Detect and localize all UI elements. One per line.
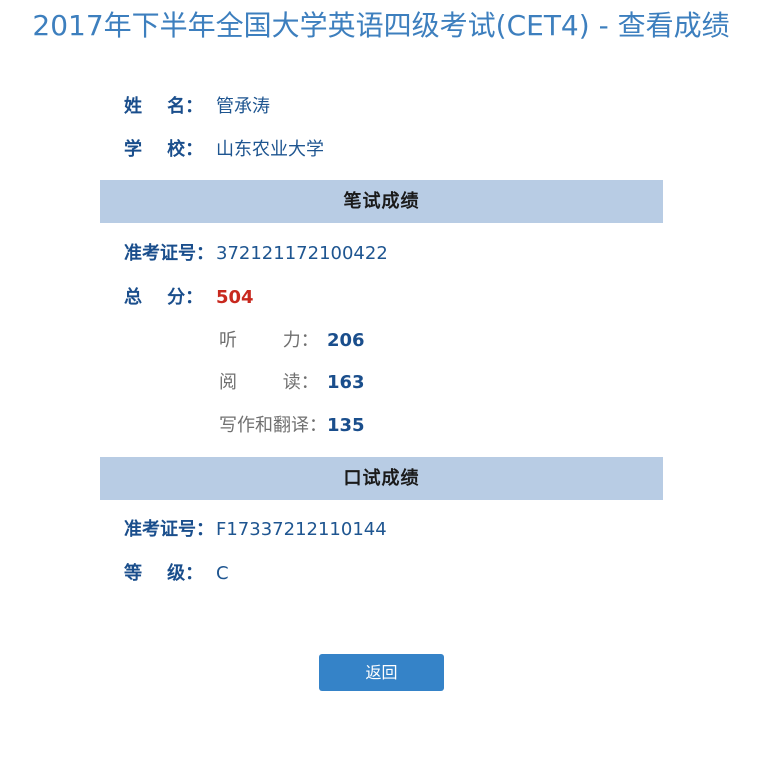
school-row: 学 校： 山东农业大学	[124, 136, 324, 164]
oral-ticket-label: 准考证号：	[124, 519, 214, 540]
written-ticket-value: 372121172100422	[216, 243, 388, 264]
total-score-row: 总 分： 504	[124, 284, 254, 312]
page-title: 2017年下半年全国大学英语四级考试(CET4) - 查看成绩	[32, 9, 730, 42]
writing-translation-value: 135	[327, 415, 365, 436]
grade-label: 等 级：	[124, 563, 204, 584]
listening-value: 206	[327, 330, 365, 351]
name-value: 管承涛	[216, 96, 270, 117]
name-label: 姓 名：	[124, 96, 204, 117]
back-button[interactable]: 返回	[319, 654, 444, 691]
writing-row: 写作和翻译：135	[219, 412, 365, 440]
reading-label: 阅 读：	[219, 372, 319, 393]
written-ticket-row: 准考证号： 372121172100422	[124, 240, 388, 268]
total-score-value: 504	[216, 287, 254, 308]
oral-section-header: 口试成绩	[100, 457, 663, 500]
writing-translation-label: 写作和翻译：	[219, 415, 327, 436]
oral-ticket-value: F17337212110144	[216, 519, 387, 540]
grade-row: 等 级： C	[124, 560, 229, 588]
name-row: 姓 名： 管承涛	[124, 93, 270, 121]
listening-label: 听 力：	[219, 330, 319, 351]
listening-row: 听 力： 206	[219, 327, 365, 355]
written-section-header: 笔试成绩	[100, 180, 663, 223]
grade-value: C	[216, 563, 229, 584]
total-score-label: 总 分：	[124, 287, 204, 308]
school-value: 山东农业大学	[216, 139, 324, 160]
oral-ticket-row: 准考证号： F17337212110144	[124, 516, 387, 544]
school-label: 学 校：	[124, 139, 204, 160]
reading-row: 阅 读： 163	[219, 369, 365, 397]
written-ticket-label: 准考证号：	[124, 243, 214, 264]
reading-value: 163	[327, 372, 365, 393]
